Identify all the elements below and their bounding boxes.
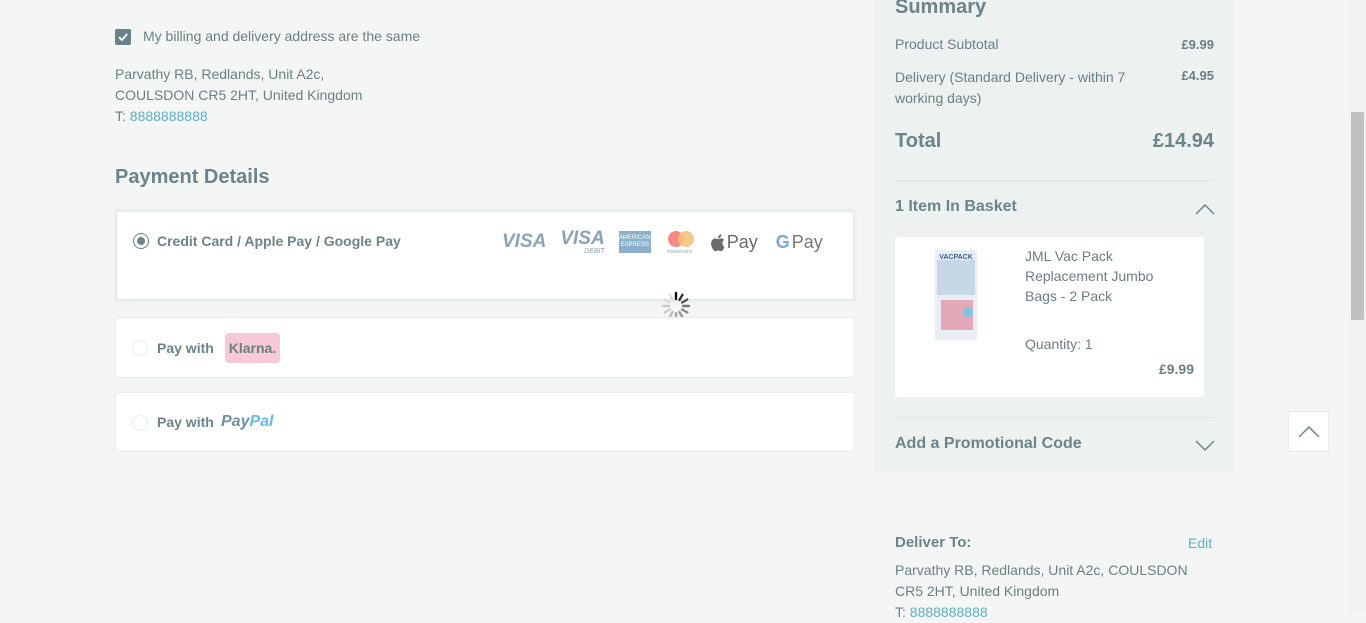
delivery-address: Parvathy RB, Redlands, Unit A2c, COULSDO… — [895, 560, 1215, 623]
paypal-logo: PayPal — [221, 413, 273, 431]
delivery-phone-prefix: T: — [895, 604, 906, 620]
product-price: £9.99 — [1158, 361, 1194, 377]
payment-details-title: Payment Details — [115, 166, 270, 188]
chevron-up-icon[interactable] — [1195, 203, 1215, 215]
promo-code-toggle[interactable]: Add a Promotional Code — [895, 435, 1082, 453]
delivery-label: Delivery (Standard Delivery - within 7 w… — [895, 69, 1126, 106]
paypal-option-label: Pay with — [157, 414, 214, 430]
total-value: £14.94 — [1152, 130, 1214, 152]
card-radio[interactable] — [133, 233, 149, 249]
billing-address: Parvathy RB, Redlands, Unit A2c, COULSDO… — [115, 64, 362, 127]
payment-option-card[interactable]: Credit Card / Apple Pay / Google Pay VIS… — [115, 210, 855, 301]
amex-logo: AMERICAN EXPRESS — [618, 231, 651, 253]
payment-option-klarna[interactable]: Pay with Klarna. — [115, 317, 855, 378]
scrollbar-thumb[interactable] — [1351, 112, 1364, 320]
subtotal-label: Product Subtotal — [895, 36, 999, 52]
visa-debit-text: VISA — [560, 228, 605, 249]
visa-debit-logo: VISA DEBIT — [560, 228, 604, 256]
delivery-address-text: Parvathy RB, Redlands, Unit A2c, COULSDO… — [895, 562, 1188, 599]
payment-option-paypal[interactable]: Pay with PayPal — [115, 392, 855, 452]
chevron-down-icon[interactable] — [1195, 440, 1215, 452]
deliver-to-title: Deliver To: — [895, 534, 972, 551]
billing-address-line2: COULSDON CR5 2HT, United Kingdom — [115, 87, 363, 103]
summary-divider — [895, 180, 1215, 181]
same-address-label[interactable]: My billing and delivery address are the … — [143, 28, 420, 44]
mastercard-text: mastercard — [666, 249, 692, 255]
paypal-logo-part1: Pay — [221, 413, 250, 430]
promo-divider — [895, 417, 1215, 418]
billing-phone-link[interactable]: 8888888888 — [130, 108, 208, 124]
klarna-logo: Klarna. — [225, 333, 280, 363]
delivery-phone-row: T: 8888888888 — [895, 602, 1215, 623]
product-image-label: VACPACK — [939, 254, 973, 261]
summary-title: Summary — [895, 0, 987, 18]
mastercard-icon — [667, 231, 694, 247]
total-label: Total — [895, 130, 942, 152]
card-logos: VISA VISA DEBIT AMERICAN EXPRESS masterc… — [502, 228, 823, 256]
billing-phone-prefix: T: — [115, 108, 126, 124]
deliver-edit-link[interactable]: Edit — [1188, 535, 1212, 551]
amex-line1: AMERICAN — [618, 235, 651, 241]
google-pay-text: Pay — [791, 231, 823, 252]
klarna-radio[interactable] — [132, 340, 148, 356]
google-pay-logo: G Pay — [776, 232, 823, 253]
google-g-icon: G — [775, 231, 790, 252]
back-to-top-button[interactable] — [1288, 411, 1329, 452]
same-address-checkbox[interactable] — [115, 29, 131, 45]
basket-toggle[interactable]: 1 Item In Basket — [895, 198, 1017, 216]
checkmark-icon — [118, 33, 128, 42]
product-quantity: Quantity: 1 — [1025, 336, 1093, 352]
subtotal-value: £9.99 — [1181, 37, 1214, 52]
basket-item: VACPACK JML Vac Pack Replacement Jumbo B… — [895, 237, 1204, 397]
arrow-up-icon — [1297, 425, 1320, 438]
amex-line2: EXPRESS — [620, 242, 649, 248]
klarna-option-label: Pay with — [157, 340, 214, 356]
apple-pay-text: Pay — [726, 231, 758, 252]
mastercard-logo: mastercard — [665, 229, 697, 255]
apple-icon — [710, 233, 725, 251]
billing-phone-row: T: 8888888888 — [115, 106, 362, 127]
apple-pay-logo: Pay — [710, 231, 758, 253]
paypal-radio[interactable] — [132, 415, 148, 431]
visa-logo: VISA — [502, 231, 547, 252]
card-option-label: Credit Card / Apple Pay / Google Pay — [157, 233, 401, 249]
product-image: VACPACK — [935, 250, 977, 340]
paypal-logo-part2: Pal — [249, 413, 274, 430]
delivery-value: £4.95 — [1181, 68, 1214, 83]
delivery-phone-link[interactable]: 8888888888 — [910, 604, 988, 620]
visa-debit-sub: DEBIT — [584, 248, 605, 255]
product-name[interactable]: JML Vac Pack Replacement Jumbo Bags - 2 … — [1025, 246, 1155, 306]
billing-address-line1: Parvathy RB, Redlands, Unit A2c, — [115, 66, 325, 82]
